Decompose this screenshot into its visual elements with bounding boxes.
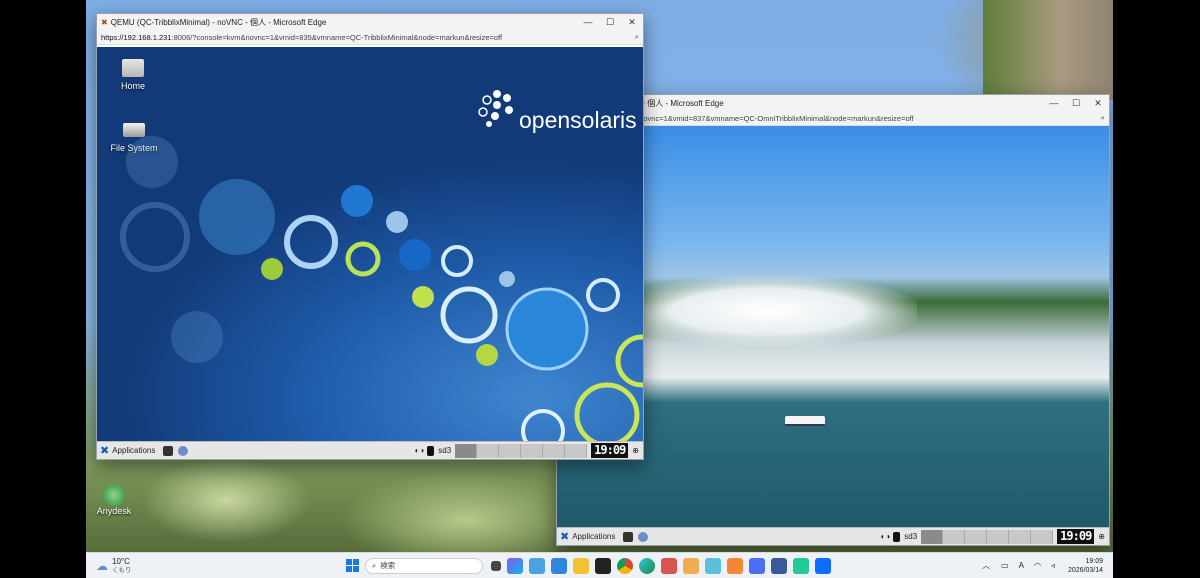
app-icon-8[interactable]	[815, 557, 831, 574]
vm-display-opensolaris[interactable]: Home File System opensolaris ✖ Applicati…	[97, 47, 643, 459]
status-icons: ◐◑	[414, 446, 425, 455]
close-button[interactable]: ✕	[621, 17, 643, 28]
url-path: :8006/?console=kvm&novnc=1&vmid=835&vmna…	[171, 32, 503, 42]
wallpaper-cliff	[983, 0, 1113, 100]
address-bar[interactable]: https://192.168.1.231:8006/?console=kvm&…	[97, 30, 643, 45]
network-icon[interactable]: ▭	[1001, 561, 1009, 570]
start-button[interactable]	[346, 559, 359, 572]
tour-boat	[785, 416, 825, 426]
workspace-1[interactable]	[921, 529, 944, 544]
minimize-button[interactable]: —	[577, 17, 599, 27]
weather-widget[interactable]: ☁ 10°C くもり	[96, 557, 306, 575]
store-icon[interactable]	[529, 557, 545, 574]
weather-desc: くもり	[112, 566, 132, 574]
app-icon-2[interactable]	[683, 557, 699, 574]
monitor-icon	[893, 531, 901, 542]
desktop-icon-anydesk[interactable]: Anydesk	[94, 484, 134, 516]
workspace-2[interactable]	[943, 529, 966, 544]
app-icon: ✖	[101, 17, 108, 27]
workspace-1[interactable]	[455, 443, 478, 458]
mail-icon[interactable]	[551, 557, 567, 574]
workspace-5[interactable]	[543, 443, 566, 458]
app-icon-6[interactable]	[771, 557, 787, 574]
search-placeholder: 検索	[380, 561, 396, 570]
disk-label: sd3	[904, 532, 918, 541]
app-icon-3[interactable]	[705, 557, 721, 574]
anydesk-icon	[103, 484, 125, 506]
app-icon-4[interactable]	[727, 557, 743, 574]
copilot-icon[interactable]	[507, 557, 523, 574]
lock-icon[interactable]: ⊕	[632, 446, 639, 455]
workspace-5[interactable]	[1009, 529, 1032, 544]
workspace-6[interactable]	[565, 443, 588, 458]
app-icon-5[interactable]	[749, 557, 765, 574]
ime-indicator[interactable]: A	[1019, 561, 1024, 570]
weather-temp: 10°C	[112, 556, 130, 566]
search-icon[interactable]: ⌕	[635, 32, 639, 42]
applications-icon[interactable]: ✖	[560, 530, 569, 543]
window-title: QEMU (QC-TribblixMinimal) - noVNC - 個人 -…	[110, 17, 327, 27]
url-host: https://192.168.1.231	[101, 32, 172, 42]
browser-icon[interactable]	[638, 531, 649, 542]
search-icon[interactable]: ⌕	[1101, 113, 1105, 123]
volume-icon[interactable]: ◃	[1051, 561, 1055, 570]
url-text: https://192.168.1.231:8006/?console=kvm&…	[101, 33, 635, 42]
task-view-icon[interactable]	[491, 560, 501, 571]
terminal-icon[interactable]	[623, 531, 634, 542]
search-icon: ⌕	[372, 560, 377, 570]
minimize-button[interactable]: —	[1043, 98, 1065, 108]
panel-clock: 19:09	[591, 443, 629, 458]
applications-menu[interactable]: Applications	[112, 446, 155, 455]
app-icon-7[interactable]	[793, 557, 809, 574]
terminal-icon[interactable]	[163, 445, 174, 456]
bubbles-wallpaper	[120, 136, 643, 453]
disk-label: sd3	[438, 446, 452, 455]
explorer-icon[interactable]	[573, 557, 589, 574]
close-button[interactable]: ✕	[1087, 98, 1109, 109]
taskbar: ☁ 10°C くもり ⌕ 検索 ︿ ▭ A ◠ ◃ 19:09 2026/03/…	[86, 552, 1113, 578]
applications-menu[interactable]: Applications	[572, 532, 615, 541]
panel-clock: 19:09	[1057, 529, 1095, 544]
applications-icon[interactable]: ✖	[100, 444, 109, 457]
taskbar-date: 2026/03/14	[1067, 566, 1103, 574]
edge-icon[interactable]	[639, 557, 655, 574]
status-icons: ◐◑	[880, 532, 891, 541]
taskbar-clock[interactable]: 19:09 2026/03/14	[1068, 557, 1103, 575]
maximize-button[interactable]: ☐	[599, 17, 621, 28]
desktop-icon-label: Anydesk	[96, 506, 132, 516]
cloud-icon: ☁	[96, 558, 108, 573]
workspace-4[interactable]	[521, 443, 544, 458]
workspace-6[interactable]	[1031, 529, 1054, 544]
browser-window-tribblix[interactable]: ✖ QEMU (QC-TribblixMinimal) - noVNC - 個人…	[96, 13, 644, 460]
waterfall	[617, 276, 917, 346]
vm-panel: ✖ Applications ◐◑ sd3 19:09 ⊕	[97, 441, 643, 459]
browser-icon[interactable]	[178, 445, 189, 456]
workspace-4[interactable]	[987, 529, 1010, 544]
chrome-icon[interactable]	[617, 557, 633, 574]
tray-chevron-icon[interactable]: ︿	[982, 560, 990, 571]
maximize-button[interactable]: ☐	[1065, 98, 1087, 109]
monitor-icon	[427, 445, 435, 456]
workspace-3[interactable]	[965, 529, 988, 544]
workspace-3[interactable]	[499, 443, 522, 458]
app-icon-1[interactable]	[661, 557, 677, 574]
workspace-2[interactable]	[477, 443, 500, 458]
taskbar-time: 19:09	[1085, 557, 1103, 565]
window-titlebar[interactable]: ✖ QEMU (QC-TribblixMinimal) - noVNC - 個人…	[97, 14, 643, 30]
lock-icon[interactable]: ⊕	[1098, 532, 1105, 541]
wifi-icon[interactable]: ◠	[1034, 561, 1041, 570]
taskbar-search[interactable]: ⌕ 検索	[365, 557, 483, 574]
screen: Anydesk iblix Minimal) - noVNC - 個人 - Mi…	[86, 0, 1113, 578]
vm-panel: ✖ Applications ◐◑ sd3 19:09 ⊕	[557, 527, 1109, 545]
terminal-icon[interactable]	[595, 557, 611, 574]
